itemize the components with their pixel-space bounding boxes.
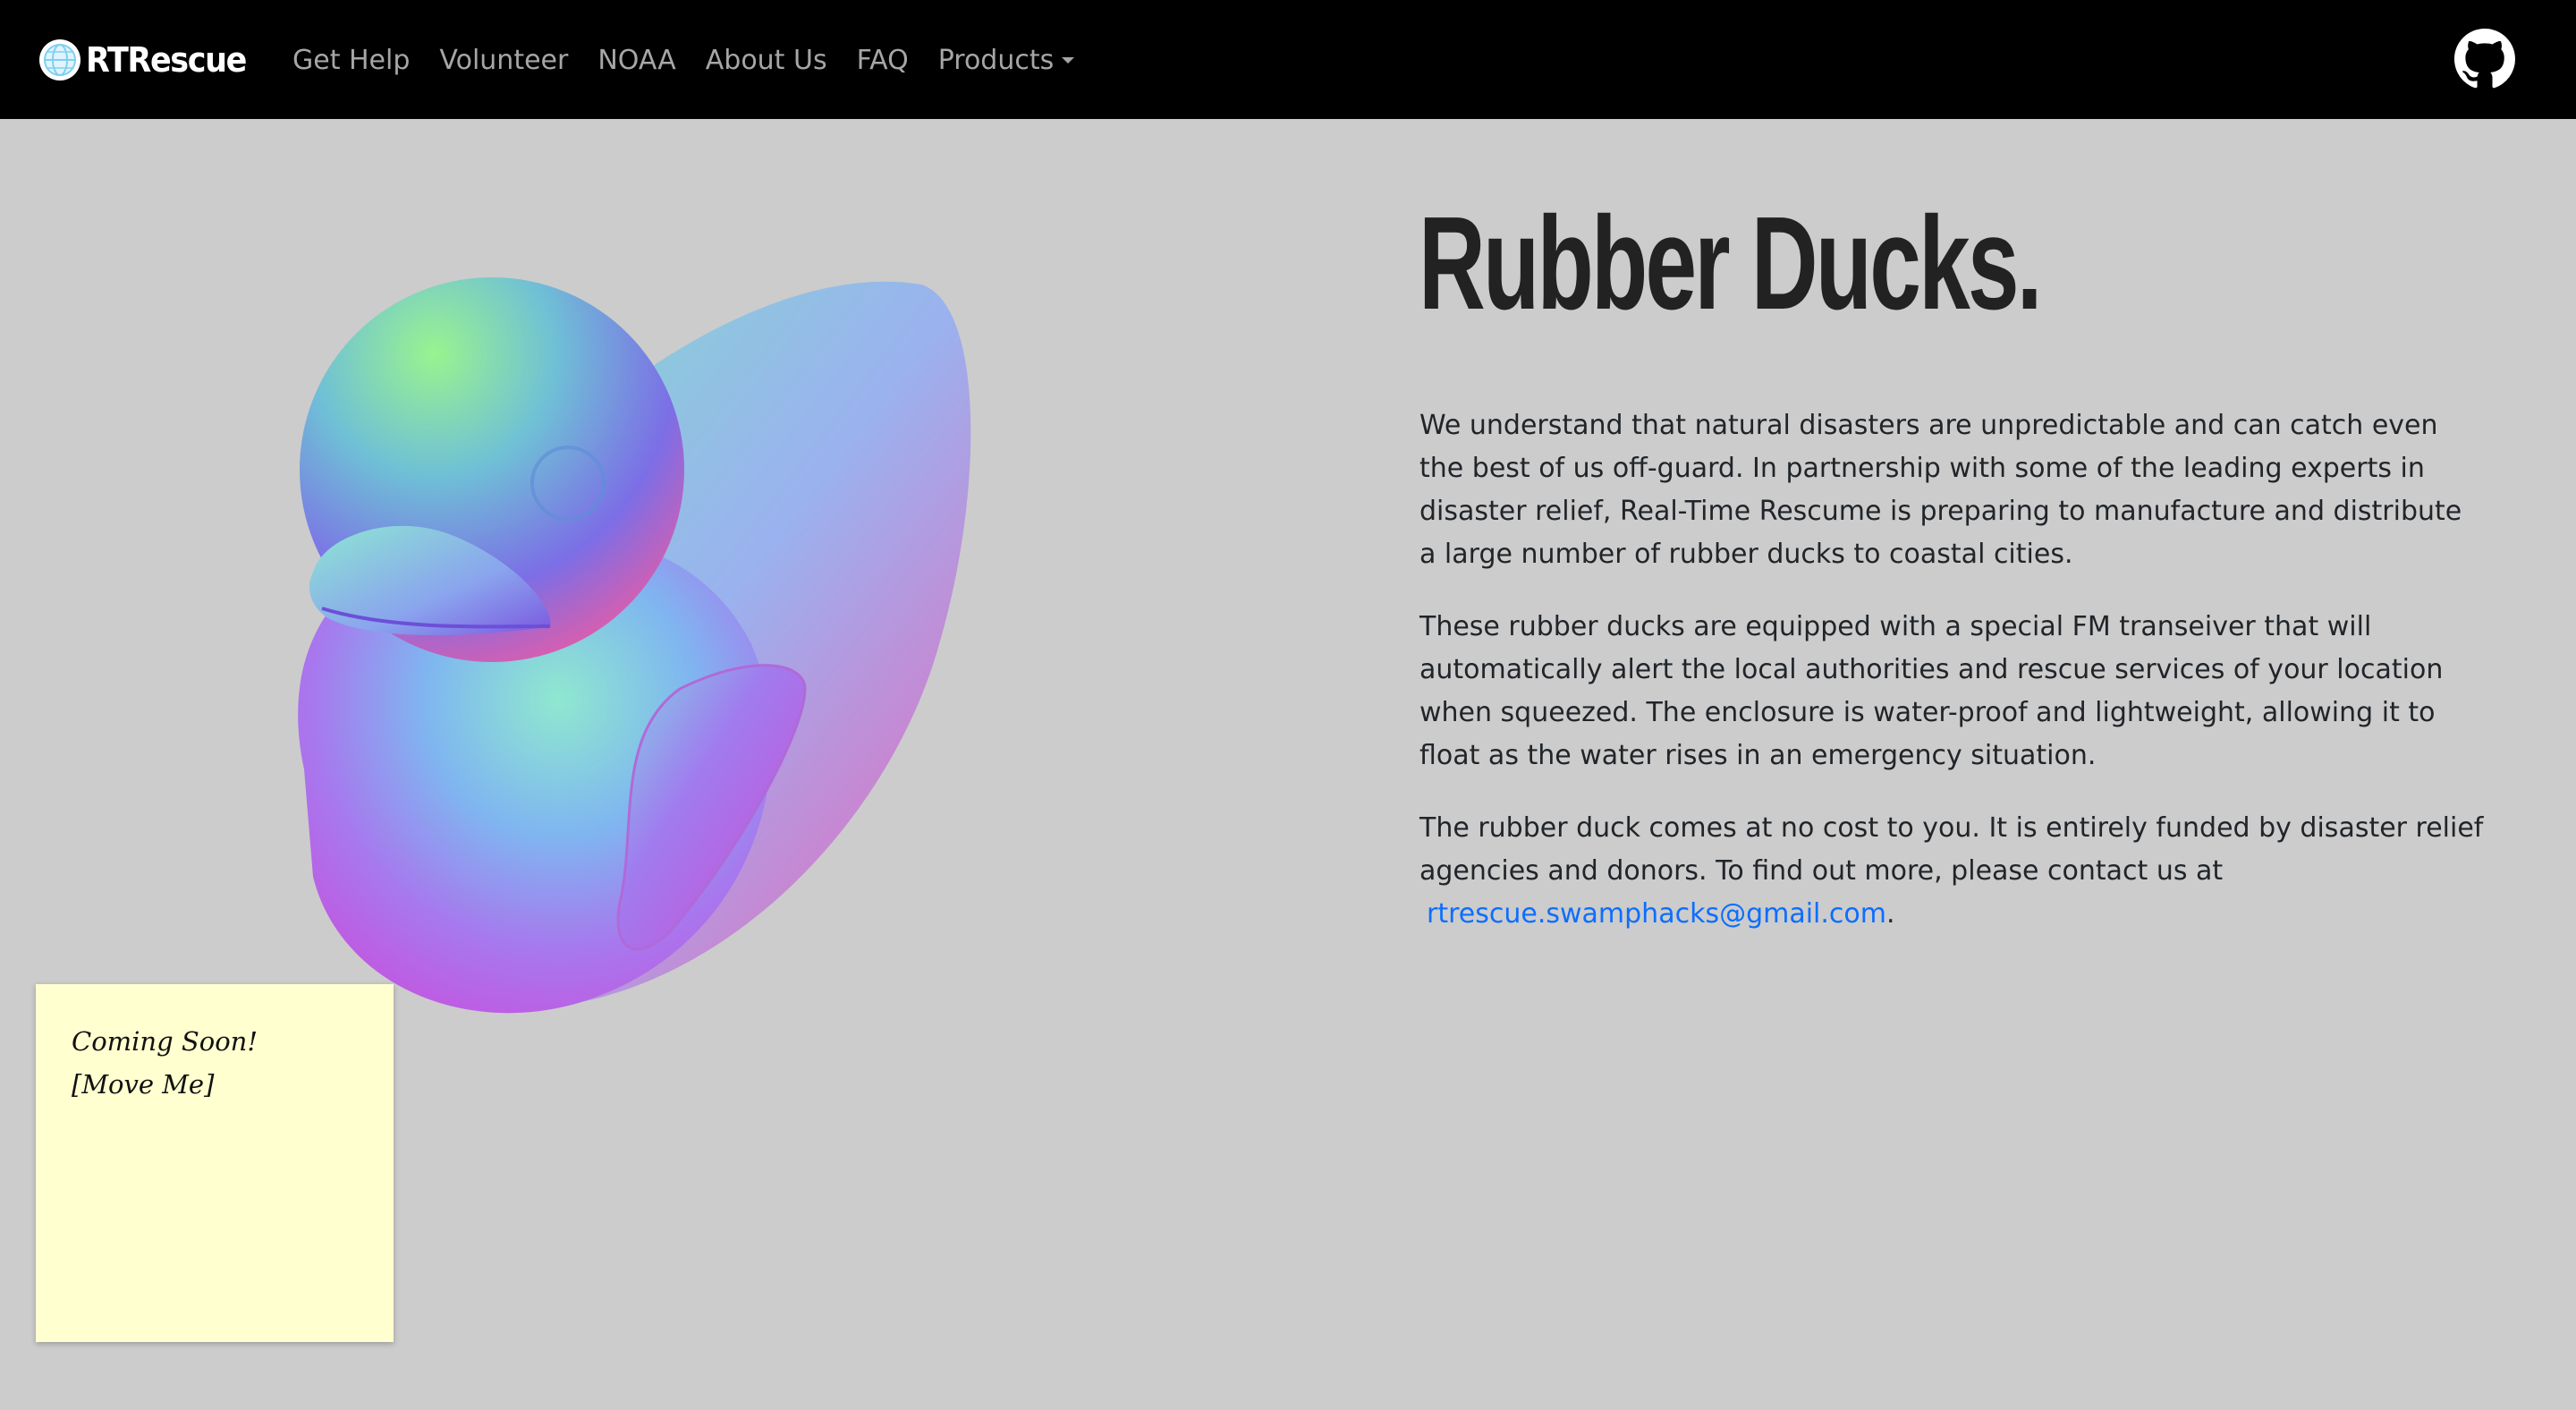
- paragraph-features: These rubber ducks are equipped with a s…: [1419, 611, 2444, 771]
- navbar: RTRescue Get Help Volunteer NOAA About U…: [0, 0, 2576, 119]
- contact-email-link[interactable]: rtrescue.swamphacks@gmail.com: [1427, 898, 1886, 930]
- brand-name: RTRescue: [86, 40, 247, 80]
- contact-period: .: [1886, 898, 1895, 930]
- sticky-note[interactable]: Coming Soon! [Move Me]: [36, 984, 394, 1342]
- nav-noaa[interactable]: NOAA: [597, 45, 675, 76]
- nav-faq[interactable]: FAQ: [857, 45, 909, 76]
- rubber-duck-image: [197, 268, 1002, 1038]
- nav-volunteer[interactable]: Volunteer: [439, 45, 568, 76]
- github-icon[interactable]: [2454, 29, 2515, 89]
- nav-links: Get Help Volunteer NOAA About Us FAQ Pro…: [292, 39, 1104, 81]
- hero-content: We understand that natural disasters are…: [1419, 404, 2484, 965]
- nav-products-dropdown[interactable]: Products: [938, 45, 1075, 76]
- nav-about-us[interactable]: About Us: [706, 45, 827, 76]
- contact-text: The rubber duck comes at no cost to you.…: [1419, 812, 2484, 887]
- sticky-note-hint: [Move Me]: [72, 1069, 215, 1100]
- paragraph-contact: The rubber duck comes at no cost to you.…: [1419, 807, 2484, 936]
- nav-get-help[interactable]: Get Help: [292, 45, 410, 76]
- sticky-note-title: Coming Soon!: [72, 1026, 258, 1057]
- brand-link[interactable]: RTRescue: [39, 39, 259, 81]
- globe-icon: [39, 39, 80, 81]
- paragraph-intro: We understand that natural disasters are…: [1419, 410, 2462, 570]
- page-title: Rubber Ducks.: [1419, 190, 2043, 337]
